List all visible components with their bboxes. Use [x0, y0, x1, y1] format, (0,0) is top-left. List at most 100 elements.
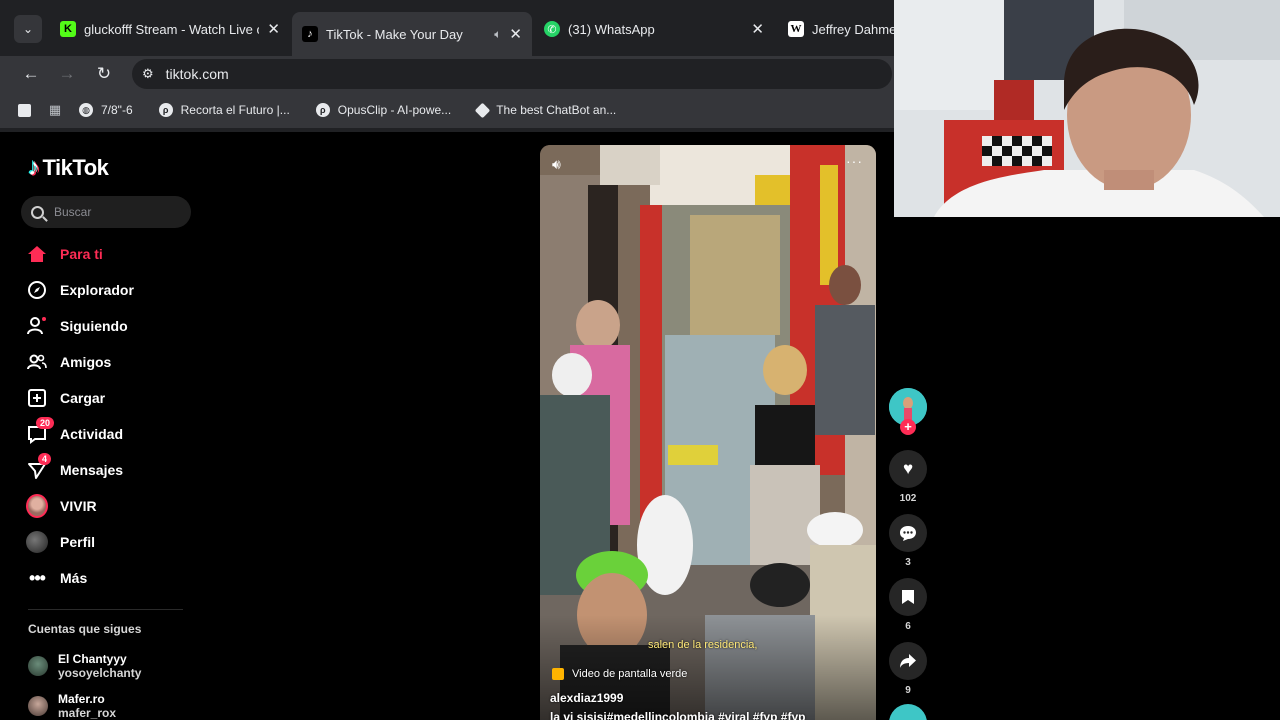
tab-title: gluckofff Stream - Watch Live o — [84, 21, 260, 37]
follow-button[interactable]: + — [900, 419, 916, 435]
url-text: tiktok.com — [165, 66, 229, 82]
close-icon[interactable]: ✕ — [267, 20, 280, 38]
more-options-icon[interactable]: ··· — [846, 153, 863, 169]
video-caption: salen de la residencia, — [648, 639, 758, 651]
opusclip-icon: ρ — [315, 103, 330, 117]
nav-mas[interactable]: ••• Más — [26, 564, 87, 592]
webcam-overlay — [894, 0, 1280, 217]
tab-title: TikTok - Make Your Day — [326, 26, 463, 42]
nav-mensajes[interactable]: 4 Mensajes — [26, 453, 124, 484]
close-icon[interactable]: ✕ — [509, 25, 522, 43]
address-bar[interactable]: ⚙ tiktok.com — [132, 59, 892, 89]
nav-label: Explorador — [60, 282, 134, 298]
account-name: Mafer.ro — [58, 692, 105, 706]
video-player[interactable]: 🔊︎ ··· salen de la residencia, Video de … — [540, 145, 876, 720]
tab-whatsapp[interactable]: ✆ (31) WhatsApp ✕ — [534, 12, 774, 46]
avatar — [28, 696, 48, 716]
bookmark-item[interactable]: ρ OpusClip - AI-powe... — [315, 103, 451, 117]
bookmarks-bar: ▦ ◍ 7/8"-6 ρ Recorta el Futuro |... ρ Op… — [0, 92, 894, 128]
nav-siguiendo[interactable]: Siguiendo — [26, 312, 128, 340]
opusclip-icon: ρ — [158, 103, 173, 117]
tab-kick[interactable]: K gluckofff Stream - Watch Live o ✕ — [50, 12, 290, 46]
following-account[interactable]: El Chantyyy yosoyelchanty — [28, 652, 141, 680]
site-settings-icon[interactable]: ⚙ — [142, 66, 154, 82]
upload-icon — [26, 387, 48, 409]
messages-icon: 4 — [26, 453, 52, 481]
profile-avatar — [26, 531, 48, 553]
square-icon[interactable] — [18, 103, 31, 117]
globe-icon: ◍ — [79, 103, 93, 117]
bookmark-item[interactable]: ◍ 7/8"-6 — [79, 103, 133, 117]
tiktok-sidebar: ♪ TikTok Para ti Explorador Siguiendo Am… — [0, 132, 200, 720]
nav-label: VIVIR — [60, 498, 97, 514]
nav-vivir[interactable]: VIVIR — [26, 492, 97, 520]
nav-amigos[interactable]: Amigos — [26, 348, 111, 376]
like-count: 102 — [899, 493, 917, 504]
nav-label: Siguiendo — [60, 318, 128, 334]
account-handle: yosoyelchanty — [58, 666, 142, 680]
video-author[interactable]: alexdiaz1999 — [550, 691, 623, 705]
bookmark-item[interactable]: ρ Recorta el Futuro |... — [158, 103, 290, 117]
account-name: El Chantyyy — [58, 652, 127, 666]
save-action[interactable]: 6 — [889, 578, 927, 632]
following-account[interactable]: Mafer.ro mafer_rox — [28, 692, 116, 720]
browser-toolbar: ← → ↻ ⚙ tiktok.com — [0, 56, 894, 92]
kick-icon: K — [60, 21, 76, 37]
video-description: la vi sisisi#medellincolombia #viral #fy… — [550, 710, 806, 720]
following-icon — [26, 315, 48, 337]
comment-action[interactable]: 3 — [889, 514, 927, 568]
notification-badge: 4 — [38, 453, 52, 465]
nav-para-ti[interactable]: Para ti — [26, 240, 103, 268]
nav-perfil[interactable]: Perfil — [26, 528, 95, 556]
tiktok-icon: ♪ — [302, 26, 318, 42]
nav-label: Amigos — [60, 354, 112, 370]
share-action[interactable]: 9 — [889, 642, 927, 696]
nav-actividad[interactable]: 20 Actividad — [26, 417, 124, 448]
nav-label: Actividad — [60, 426, 124, 442]
green-screen-icon — [552, 668, 564, 680]
plus-icon: + — [904, 419, 912, 434]
volume-icon[interactable]: 🔊︎ — [552, 156, 561, 173]
wikipedia-icon: W — [788, 21, 804, 37]
search-input[interactable] — [54, 205, 174, 219]
tab-title: (31) WhatsApp — [568, 21, 655, 37]
checkered-flag — [982, 136, 1052, 166]
tab-search-button[interactable]: ⌄ — [14, 15, 42, 43]
tiktok-logo[interactable]: ♪ TikTok — [28, 154, 109, 182]
nav-cargar[interactable]: Cargar — [26, 384, 105, 412]
tab-strip: ⌄ K gluckofff Stream - Watch Live o ✕ ♪ … — [0, 0, 894, 56]
save-count: 6 — [905, 621, 911, 632]
close-icon[interactable]: ✕ — [751, 20, 764, 38]
share-icon[interactable] — [889, 642, 927, 680]
share-count: 9 — [905, 685, 911, 696]
nav-label: Para ti — [60, 246, 103, 262]
tab-title: Jeffrey Dahmer — [812, 21, 894, 37]
bookmark-item[interactable]: The best ChatBot an... — [474, 102, 616, 118]
forward-button[interactable]: → — [55, 62, 79, 86]
tab-tiktok[interactable]: ♪ TikTok - Make Your Day 🔈︎ ✕ — [292, 12, 532, 56]
reload-icon: ↻ — [96, 64, 112, 83]
like-action[interactable]: ♥ 102 — [889, 450, 927, 504]
nav-label: Más — [60, 570, 88, 586]
nav-label: Cargar — [60, 390, 106, 406]
bookmark-label: Recorta el Futuro |... — [180, 103, 290, 117]
bookmark-icon[interactable] — [889, 578, 927, 616]
comment-icon[interactable] — [889, 514, 927, 552]
speaker-icon[interactable]: 🔈︎ — [494, 27, 501, 42]
account-handle: mafer_rox — [58, 706, 117, 720]
next-creator-avatar[interactable] — [889, 704, 927, 720]
green-screen-tag[interactable]: Video de pantalla verde — [552, 668, 687, 680]
heart-icon[interactable]: ♥ — [889, 450, 927, 488]
search-box[interactable] — [21, 196, 191, 228]
home-icon — [26, 243, 48, 265]
reload-button[interactable]: ↻ — [92, 62, 116, 86]
nav-label: Mensajes — [60, 462, 124, 478]
arrow-left-icon: ← — [22, 64, 40, 83]
sidebar-divider — [28, 609, 183, 610]
whatsapp-icon: ✆ — [544, 21, 560, 37]
arrow-right-icon: → — [58, 64, 76, 83]
back-button[interactable]: ← — [19, 62, 43, 86]
nav-explorador[interactable]: Explorador — [26, 276, 134, 304]
tab-wikipedia[interactable]: W Jeffrey Dahmer — [778, 12, 894, 46]
apps-grid-icon[interactable]: ▦ — [47, 102, 63, 118]
